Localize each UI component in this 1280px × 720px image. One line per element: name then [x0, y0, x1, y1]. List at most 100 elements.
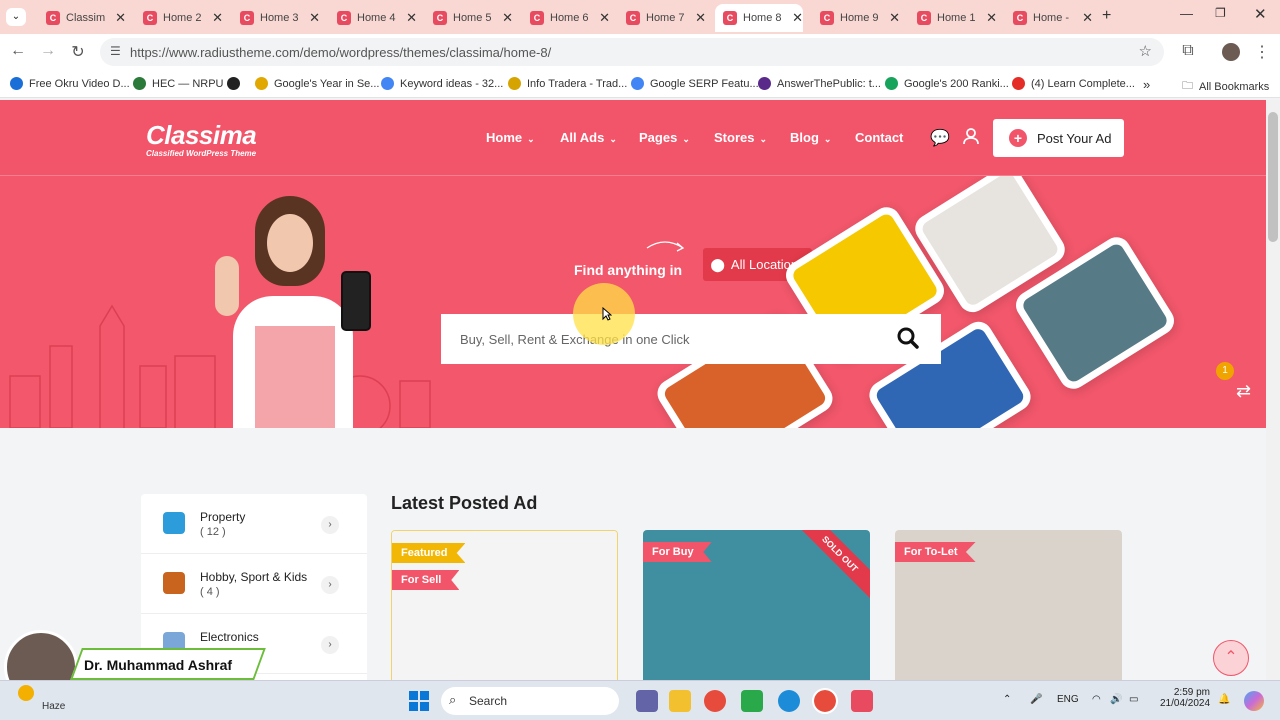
notification-badge: 1 [1216, 362, 1234, 380]
user-icon[interactable] [962, 127, 980, 150]
browser-tab[interactable]: C Home 7 ✕ [618, 4, 706, 32]
close-tab-icon[interactable]: ✕ [889, 10, 900, 26]
browser-tab[interactable]: C Home 2 ✕ [135, 4, 223, 32]
browser-tab[interactable]: C Home 5 ✕ [425, 4, 513, 32]
post-ad-button[interactable]: + Post Your Ad [993, 119, 1124, 157]
restore-button[interactable]: ❐ [1215, 6, 1226, 20]
bookmark-favicon-icon [1012, 77, 1025, 90]
minimize-button[interactable]: — [1180, 6, 1193, 21]
menu-kebab-icon[interactable]: ⋮ [1252, 42, 1272, 62]
tray-chevron-icon[interactable]: ⌃ [1003, 694, 1011, 705]
browser-tab[interactable]: C Classima ✕ [38, 4, 126, 32]
close-tab-icon[interactable]: ✕ [792, 10, 803, 26]
bookmark-item[interactable]: Free Okru Video D... [10, 77, 130, 90]
close-tab-icon[interactable]: ✕ [406, 10, 417, 26]
close-tab-icon[interactable]: ✕ [986, 10, 997, 26]
search-icon[interactable] [897, 327, 919, 349]
close-tab-icon[interactable]: ✕ [309, 10, 320, 26]
browser-tab[interactable]: C Home - ✕ [1005, 4, 1093, 32]
close-tab-icon[interactable]: ✕ [212, 10, 223, 26]
nav-stores[interactable]: Stores ⌄ [714, 130, 767, 145]
language-indicator[interactable]: ENG [1057, 694, 1079, 705]
close-tab-icon[interactable]: ✕ [502, 10, 513, 26]
taskbar-search-label: Search [469, 694, 508, 708]
ad-ribbon: Featured [392, 543, 466, 563]
nav-pages[interactable]: Pages ⌄ [639, 130, 690, 145]
wifi-icon[interactable]: ◠ [1092, 694, 1101, 705]
all-bookmarks[interactable]: 🗀 All Bookmarks [1182, 77, 1269, 96]
bookmark-item[interactable]: Keyword ideas - 32... [381, 77, 503, 90]
bookmark-favicon-icon [133, 77, 146, 90]
site-info-icon[interactable]: ☰ [110, 44, 121, 58]
copilot-icon[interactable] [1244, 691, 1264, 711]
taskbar-search[interactable]: ⌕ Search [441, 687, 619, 715]
more-bookmarks-icon[interactable]: » [1143, 77, 1150, 92]
bookmark-item[interactable]: AnswerThePublic: t... [758, 77, 881, 90]
browser-tab[interactable]: C Home 8 ✕ [715, 4, 803, 32]
scrollbar-thumb[interactable] [1268, 112, 1278, 242]
nav-home[interactable]: Home ⌄ [486, 130, 535, 145]
weather-icon[interactable] [18, 685, 34, 701]
extensions-icon[interactable]: ⧉ [1178, 42, 1198, 60]
ad-card[interactable]: For Buy SOLD OUT [643, 530, 870, 680]
reload-button[interactable]: ↻ [68, 42, 88, 62]
volume-icon[interactable]: 🔊 [1110, 694, 1122, 705]
close-tab-icon[interactable]: ✕ [115, 10, 126, 26]
tab-search-button[interactable]: ⌄ [6, 8, 26, 26]
windows-start-icon[interactable] [409, 691, 429, 711]
microphone-icon[interactable]: 🎤 [1030, 694, 1042, 705]
chat-icon[interactable]: 💬 [930, 128, 950, 148]
forward-button[interactable]: → [38, 42, 58, 60]
notification-bell-icon[interactable]: 🔔 [1218, 694, 1230, 705]
chrome-active-icon[interactable] [812, 688, 838, 714]
clock[interactable]: 2:59 pm 21/04/2024 [1160, 687, 1210, 709]
category-item[interactable]: Hobby, Sport & Kids ( 4 ) › [141, 554, 367, 614]
bookmark-item[interactable]: Google's 200 Ranki... [885, 77, 1009, 90]
close-window-button[interactable]: ✕ [1254, 5, 1267, 23]
bookmark-item[interactable]: Google SERP Featu... [631, 77, 759, 90]
close-tab-icon[interactable]: ✕ [695, 10, 706, 26]
classima-app-icon[interactable] [851, 690, 873, 712]
chrome-icon[interactable] [704, 690, 726, 712]
back-button[interactable]: ← [8, 42, 28, 60]
close-tab-icon[interactable]: ✕ [599, 10, 610, 26]
nav-contact[interactable]: Contact [855, 130, 903, 145]
hero-search-input[interactable]: Buy, Sell, Rent & Exchange in one Click [441, 314, 941, 364]
clock-date: 21/04/2024 [1160, 698, 1211, 709]
browser-tab[interactable]: C Home 9 ✕ [812, 4, 900, 32]
chevron-right-icon[interactable]: › [321, 636, 339, 654]
browser-tab[interactable]: C Home 3 ✕ [232, 4, 320, 32]
bookmark-item[interactable] [227, 77, 246, 90]
compare-arrows-icon[interactable]: ⇄ [1236, 381, 1251, 402]
scroll-to-top-button[interactable]: ⌃ [1213, 640, 1249, 676]
address-bar[interactable]: ☰ https://www.radiustheme.com/demo/wordp… [100, 38, 1164, 66]
file-explorer-icon[interactable] [669, 690, 691, 712]
all-bookmarks-label: All Bookmarks [1199, 80, 1270, 93]
bookmark-item[interactable]: HEC — NRPU [133, 77, 224, 90]
chevron-right-icon[interactable]: › [321, 516, 339, 534]
profile-avatar[interactable] [1222, 43, 1240, 61]
chevron-right-icon[interactable]: › [321, 576, 339, 594]
ad-card[interactable]: For To-Let [895, 530, 1122, 680]
teams-icon[interactable] [636, 690, 658, 712]
close-tab-icon[interactable]: ✕ [1082, 10, 1093, 26]
nav-blog[interactable]: Blog ⌄ [790, 130, 831, 145]
site-logo[interactable]: Classima Classified WordPress Theme [146, 120, 257, 158]
camtasia-icon[interactable] [741, 690, 763, 712]
bookmark-item[interactable]: Info Tradera - Trad... [508, 77, 627, 90]
mouse-pointer-icon [602, 307, 612, 321]
browser-tab[interactable]: C Home 6 ✕ [522, 4, 610, 32]
bookmark-item[interactable]: (4) Learn Complete... [1012, 77, 1135, 90]
bookmark-item[interactable]: Google's Year in Se... [255, 77, 379, 90]
browser-tab[interactable]: C Home 10 ✕ [909, 4, 997, 32]
nav-all-ads[interactable]: All Ads ⌄ [560, 130, 617, 145]
battery-icon[interactable]: ▭ [1129, 694, 1138, 705]
ad-card[interactable]: Featured For Sell [391, 530, 618, 680]
hero-banner: Find anything in ⬤ All Locations Buy, Se… [0, 176, 1266, 428]
edge-icon[interactable] [778, 690, 800, 712]
category-item[interactable]: Property ( 12 ) › [141, 494, 367, 554]
new-tab-button[interactable]: + [1102, 7, 1111, 25]
browser-tab[interactable]: C Home 4 ✕ [329, 4, 417, 32]
bookmark-label: Google SERP Featu... [650, 77, 759, 90]
bookmark-star-icon[interactable]: ☆ [1139, 42, 1152, 60]
